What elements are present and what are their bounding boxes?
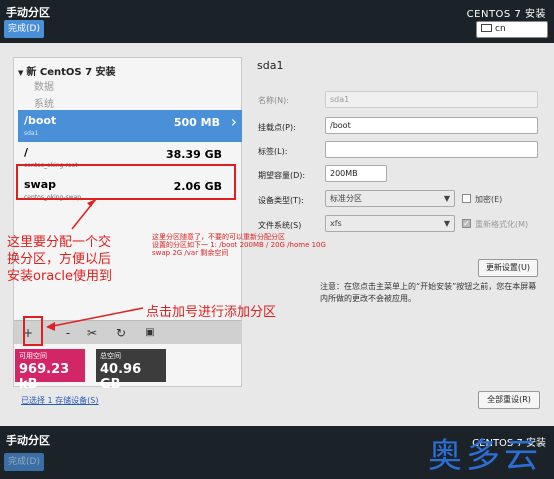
keyboard-icon	[481, 24, 492, 32]
footer-title: 手动分区	[6, 434, 50, 447]
partition-plan-line-2: 设置的分区如下一 1: /boot 200MB / 20G /home 10G	[152, 241, 326, 249]
add-annotation: 点击加号进行添加分区	[146, 305, 277, 320]
partition-plan-line-1: 这里分区随意了，不要的可以重新分配分区	[152, 233, 285, 241]
keyboard-layout-indicator[interactable]: cn	[476, 21, 548, 38]
top-header: 手动分区 完成(D) CENTOS 7 安装 cn	[0, 0, 554, 43]
partition-plan-line-3: swap 2G /var 剩余空间	[152, 249, 229, 257]
footer-done-button[interactable]: 完成(D)	[4, 453, 44, 471]
swap-annotation: 这里要分配一个交换分区，方便以后安装oracle使用到	[7, 235, 113, 284]
bottom-bar: 手动分区 完成(D) CENTOS 7 安装 奥多云	[0, 426, 554, 479]
arrow-to-add-head	[46, 322, 55, 331]
partition-plan-annotation: 这里分区随意了，不要的可以重新分配分区 设置的分区如下一 1: /boot 20…	[152, 233, 402, 257]
page-title: 手动分区	[6, 6, 50, 19]
arrow-to-swap-head	[87, 199, 96, 207]
main-area: ▼ 新 CentOS 7 安装 数据 系统 /boot sda1 500 MB ›…	[0, 43, 554, 426]
done-button[interactable]: 完成(D)	[4, 20, 44, 38]
arrow-to-add	[47, 307, 144, 328]
product-title: CENTOS 7 安装	[466, 9, 546, 20]
keyboard-layout-label: cn	[495, 24, 506, 34]
watermark-logo: 奥多云	[428, 436, 542, 476]
